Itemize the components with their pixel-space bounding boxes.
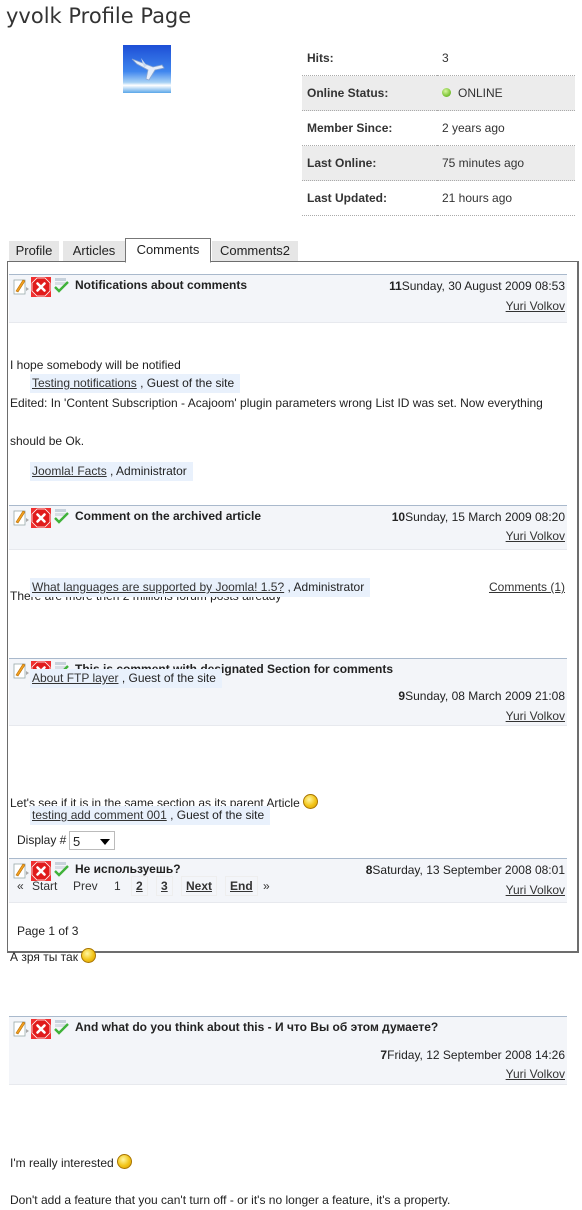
edit-icon[interactable] <box>13 277 30 295</box>
comment-text-line: should be Ok. <box>10 434 85 448</box>
tab-articles[interactable]: Articles <box>63 241 125 261</box>
pagination-end[interactable]: End <box>225 876 258 896</box>
article-link[interactable]: About FTP layer <box>32 671 118 685</box>
tab-profile[interactable]: Profile <box>9 241 59 261</box>
page-summary: Page 1 of 3 <box>17 924 79 938</box>
edit-icon[interactable] <box>13 508 30 526</box>
comment-text-line: I'm really interested <box>9 1154 568 1173</box>
comment-author-link[interactable]: Yuri Volkov <box>506 709 565 723</box>
article-link[interactable]: Testing notifications <box>32 376 137 390</box>
comment-author-link[interactable]: Yuri Volkov <box>506 1067 565 1081</box>
info-row-member-since: Member Since: 2 years ago <box>302 110 575 146</box>
comment-number: 7 <box>380 1048 388 1062</box>
article-author: , Administrator <box>110 464 187 478</box>
comment-number: 10 <box>391 510 406 524</box>
comment-date: 8Saturday, 13 September 2008 08:01 <box>365 863 565 877</box>
tab-comments[interactable]: Comments <box>125 238 211 263</box>
delete-icon[interactable] <box>31 508 51 528</box>
info-label: Last Online: <box>302 145 437 181</box>
pagination-next[interactable]: Next <box>181 876 218 896</box>
comment-text-line: Don't add a feature that you can't turn … <box>10 1193 451 1207</box>
comment-article-ref: testing add comment 001 , Guest of the s… <box>9 806 567 825</box>
delete-icon[interactable] <box>31 277 51 297</box>
online-status-value: ONLINE <box>458 86 503 100</box>
comment-date: 9Sunday, 08 March 2009 21:08 <box>398 689 565 703</box>
comment-article-ref: Testing notifications , Guest of the sit… <box>9 374 567 393</box>
published-check-icon[interactable] <box>53 508 70 525</box>
info-label: Member Since: <box>302 110 437 146</box>
comment-header: Comment on the archived article 10Sunday… <box>9 505 567 550</box>
comment-author-link[interactable]: Yuri Volkov <box>506 883 565 897</box>
pagination-page-3[interactable]: 3 <box>156 876 173 896</box>
online-status-icon <box>442 88 451 97</box>
comment-date: 7Friday, 12 September 2008 14:26 <box>380 1048 565 1062</box>
comment-title: And what do you think about this - И что… <box>75 1020 439 1034</box>
comment-date: 10Sunday, 15 March 2009 08:20 <box>391 510 565 524</box>
comment-article-ref: Joomla! Facts , Administrator <box>9 462 567 481</box>
page-title: yvolk Profile Page <box>6 4 192 28</box>
comment-header: Notifications about comments 11Sunday, 3… <box>9 274 567 323</box>
comment-text-line: Edited: In 'Content Subscription - Acajo… <box>10 396 543 410</box>
comment-article-ref: About FTP layer , Guest of the site <box>9 669 567 688</box>
start-prefix: « <box>17 879 24 893</box>
info-label: Online Status: <box>302 75 437 111</box>
comment-header: And what do you think about this - И что… <box>9 1016 567 1085</box>
article-link[interactable]: What languages are supported by Joomla! … <box>32 580 284 594</box>
info-value: 21 hours ago <box>437 180 575 216</box>
comment-author-link[interactable]: Yuri Volkov <box>506 529 565 543</box>
article-author: , Guest of the site <box>170 808 265 822</box>
end-suffix: » <box>263 879 270 893</box>
article-author: , Administrator <box>287 580 365 594</box>
display-label: Display # <box>17 833 67 847</box>
article-link[interactable]: testing add comment 001 <box>32 808 167 822</box>
display-count-value: 5 <box>73 834 81 849</box>
info-row-last-online: Last Online: 75 minutes ago <box>302 145 575 181</box>
pagination-current-page: 1 <box>114 879 121 893</box>
tab-comments2[interactable]: Comments2 <box>212 241 298 261</box>
comment-number: 11 <box>389 279 402 293</box>
pagination-prev: Prev <box>73 879 98 893</box>
chevron-down-icon <box>100 839 110 845</box>
comment-article-ref: What languages are supported by Joomla! … <box>9 578 567 597</box>
comment-text-line: I hope somebody will be notified <box>10 358 181 372</box>
display-count-select[interactable]: 5 <box>69 831 115 850</box>
info-value: 3 <box>437 41 575 76</box>
info-value: 2 years ago <box>437 110 575 146</box>
comment-title: Не используешь? <box>75 862 181 876</box>
info-label: Hits: <box>302 41 437 76</box>
airplane-icon <box>131 58 165 81</box>
comment-title: Notifications about comments <box>75 278 248 292</box>
comment-title: Comment on the archived article <box>75 509 262 523</box>
info-row-hits: Hits: 3 <box>302 41 575 76</box>
article-author: , Guest of the site <box>121 671 216 685</box>
edit-icon[interactable] <box>13 1019 30 1037</box>
article-link[interactable]: Joomla! Facts <box>32 464 107 478</box>
info-label: Last Updated: <box>302 180 437 216</box>
pagination-page-2[interactable]: 2 <box>131 876 148 896</box>
wink-smiley-icon <box>116 1154 132 1169</box>
avatar <box>123 45 171 93</box>
article-author: , Guest of the site <box>140 376 235 390</box>
comment-author-link[interactable]: Yuri Volkov <box>506 299 565 313</box>
info-row-online-status: Online Status: ONLINE <box>302 75 575 111</box>
info-value: 75 minutes ago <box>437 145 575 181</box>
info-row-last-updated: Last Updated: 21 hours ago <box>302 180 575 216</box>
profile-info-table: Hits: 3 Online Status: ONLINE Member Sin… <box>302 41 575 216</box>
delete-icon[interactable] <box>31 1019 51 1039</box>
comment-text-line: А зря ты так <box>9 948 568 967</box>
pagination-start: Start <box>32 879 58 893</box>
published-check-icon[interactable] <box>53 1019 70 1036</box>
comment-date: 11Sunday, 30 August 2009 08:53 <box>389 279 565 293</box>
comments-count-link[interactable]: Comments (1) <box>489 578 565 597</box>
published-check-icon[interactable] <box>53 277 70 294</box>
